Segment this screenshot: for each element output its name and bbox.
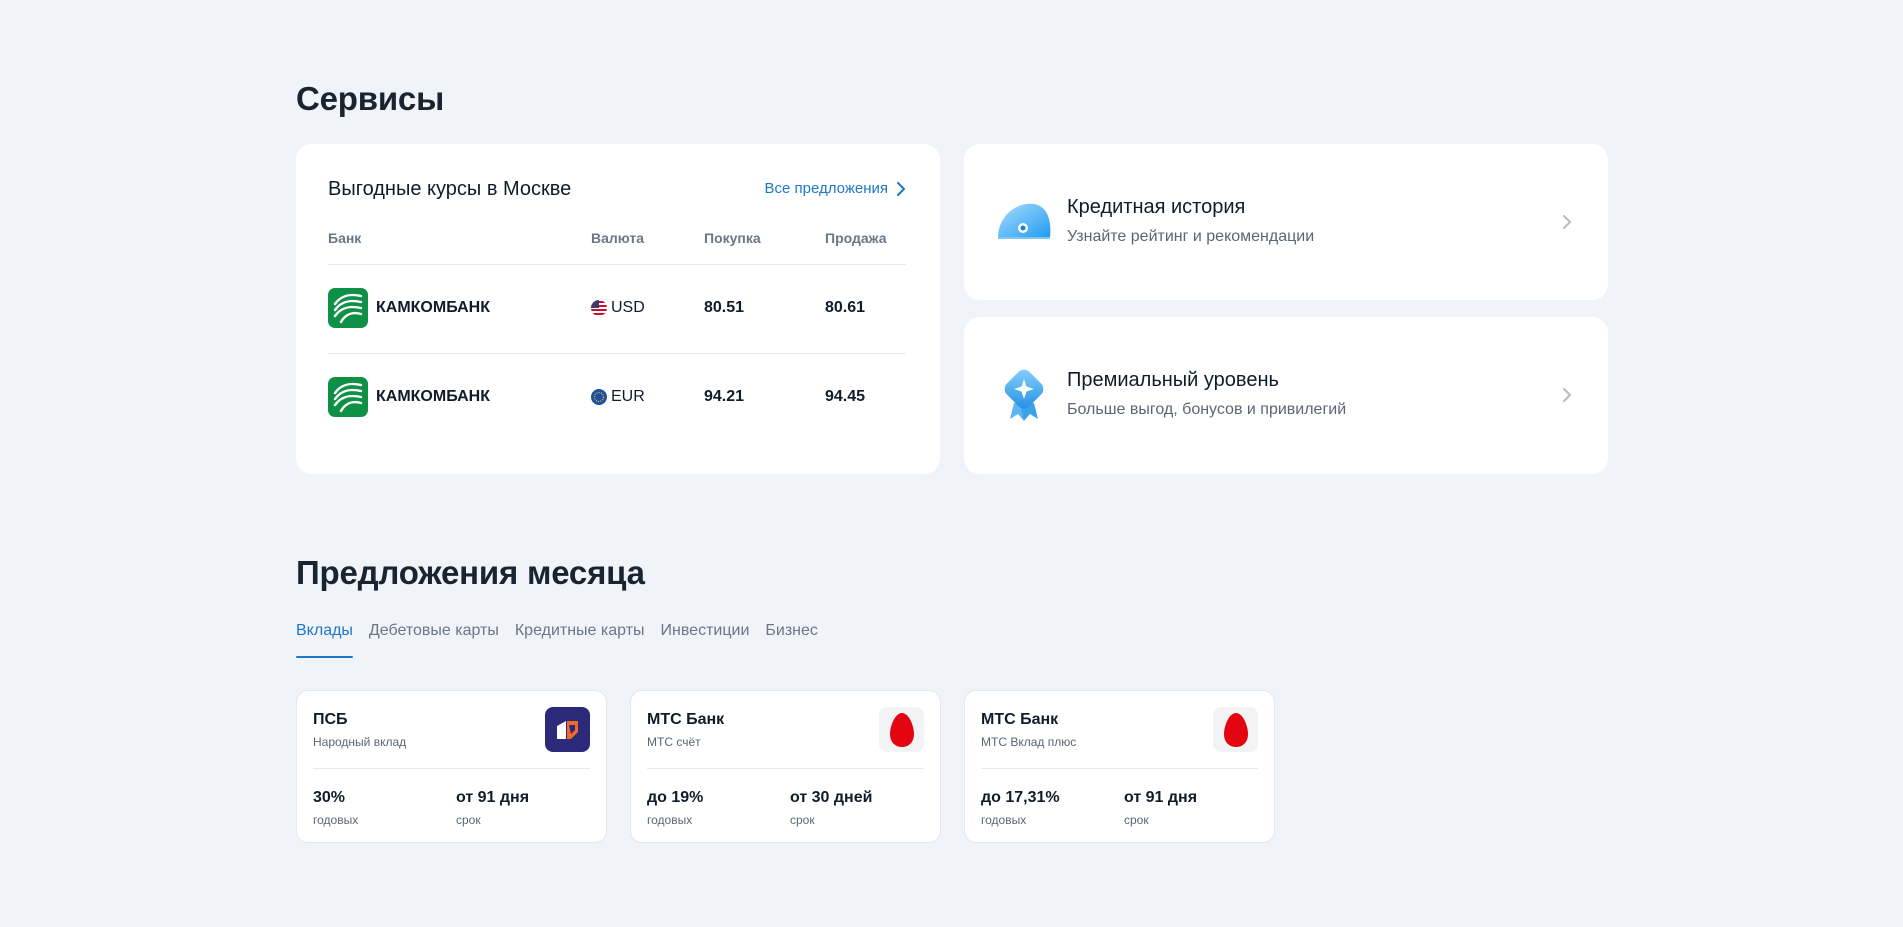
col-buy: Покупка [704, 230, 761, 246]
psb-logo-icon [545, 707, 590, 752]
offer-term-label: срок [456, 813, 481, 827]
tab-deposits[interactable]: Вклады [296, 620, 353, 658]
offer-term-label: срок [790, 813, 815, 827]
currency-cell: USD [591, 299, 645, 317]
offer-rate-label: годовых [647, 813, 693, 827]
credit-history-subtitle: Узнайте рейтинг и рекомендации [1067, 228, 1315, 245]
rates-title: Выгодные курсы в Москве [328, 178, 572, 200]
col-bank: Банк [328, 230, 362, 246]
offer-bank-name: МТС Банк [647, 711, 725, 728]
currency-code: USD [611, 299, 645, 316]
offer-term-label: срок [1124, 813, 1149, 827]
tab-business[interactable]: Бизнес [765, 620, 818, 658]
divider [981, 768, 1258, 769]
bank-cell: КАМКОМБАНК [328, 377, 490, 417]
tab-credit-cards[interactable]: Кредитные карты [515, 620, 645, 658]
premium-title: Премиальный уровень [1067, 369, 1279, 391]
speedometer-icon [996, 200, 1052, 247]
col-sell: Продажа [825, 230, 887, 246]
bank-name: КАМКОМБАНК [376, 299, 490, 316]
bank-name: КАМКОМБАНК [376, 388, 490, 405]
col-currency: Валюта [591, 230, 645, 246]
mts-logo-icon [1213, 707, 1258, 752]
offer-rate-label: годовых [313, 813, 359, 827]
rate-row[interactable]: КАМКОМБАНК USD 80.51 80.61 [328, 264, 906, 353]
offer-bank-name: МТС Банк [981, 711, 1059, 728]
premium-card[interactable]: Премиальный уровень Больше выгод, бонусо… [964, 317, 1608, 474]
offer-product-name: МТС Вклад плюс [981, 735, 1077, 749]
credit-history-title: Кредитная история [1067, 196, 1246, 218]
offer-card[interactable]: МТС Банк МТС счёт до 19% годовых от 30 д… [630, 690, 941, 843]
offer-rate: до 17,31% [981, 789, 1060, 806]
currency-code: EUR [611, 388, 645, 405]
offer-bank-name: ПСБ [313, 711, 348, 728]
offer-term: от 91 дня [456, 789, 530, 806]
kamkombank-logo-icon [328, 377, 368, 417]
tab-debit-cards[interactable]: Дебетовые карты [369, 620, 499, 658]
rate-row[interactable]: КАМКОМБАНК EUR 94.21 94.45 [328, 353, 906, 442]
offer-card[interactable]: ПСБ Народный вклад 30% годовых от 91 дня… [296, 690, 607, 843]
offer-product-name: Народный вклад [313, 735, 407, 749]
credit-history-card[interactable]: Кредитная история Узнайте рейтинг и реко… [964, 144, 1608, 300]
sell-rate: 94.45 [825, 388, 866, 405]
rates-card: Выгодные курсы в Москве Все предложения … [296, 144, 940, 474]
chevron-right-icon [1563, 215, 1571, 229]
offer-term: от 91 дня [1124, 789, 1198, 806]
rates-table-header: Банк Валюта Покупка Продажа [328, 230, 906, 250]
chevron-right-icon [1563, 388, 1571, 402]
bank-cell: КАМКОМБАНК [328, 288, 490, 328]
eu-flag-icon [591, 389, 607, 405]
us-flag-icon [591, 300, 607, 316]
offer-card[interactable]: МТС Банк МТС Вклад плюс до 17,31% годовы… [964, 690, 1275, 843]
offer-term: от 30 дней [790, 789, 873, 806]
offers-tabs: Вклады Дебетовые карты Кредитные карты И… [296, 620, 818, 658]
divider [647, 768, 924, 769]
divider [313, 768, 590, 769]
offer-rate: до 19% [647, 789, 704, 806]
mts-logo-icon [879, 707, 924, 752]
chevron-right-icon [897, 181, 905, 196]
offer-rate-label: годовых [981, 813, 1027, 827]
currency-cell: EUR [591, 388, 645, 406]
premium-badge-icon [1002, 369, 1046, 426]
buy-rate: 80.51 [704, 299, 745, 316]
all-offers-link[interactable]: Все предложения [764, 180, 906, 197]
services-title: Сервисы [296, 80, 445, 117]
offer-rate: 30% [313, 789, 346, 806]
offer-product-name: МТС счёт [647, 735, 701, 749]
premium-subtitle: Больше выгод, бонусов и привилегий [1067, 401, 1347, 418]
kamkombank-logo-icon [328, 288, 368, 328]
all-offers-label: Все предложения [764, 180, 888, 197]
offers-title: Предложения месяца [296, 554, 645, 591]
buy-rate: 94.21 [704, 388, 745, 405]
tab-investments[interactable]: Инвестиции [661, 620, 750, 658]
sell-rate: 80.61 [825, 299, 866, 316]
